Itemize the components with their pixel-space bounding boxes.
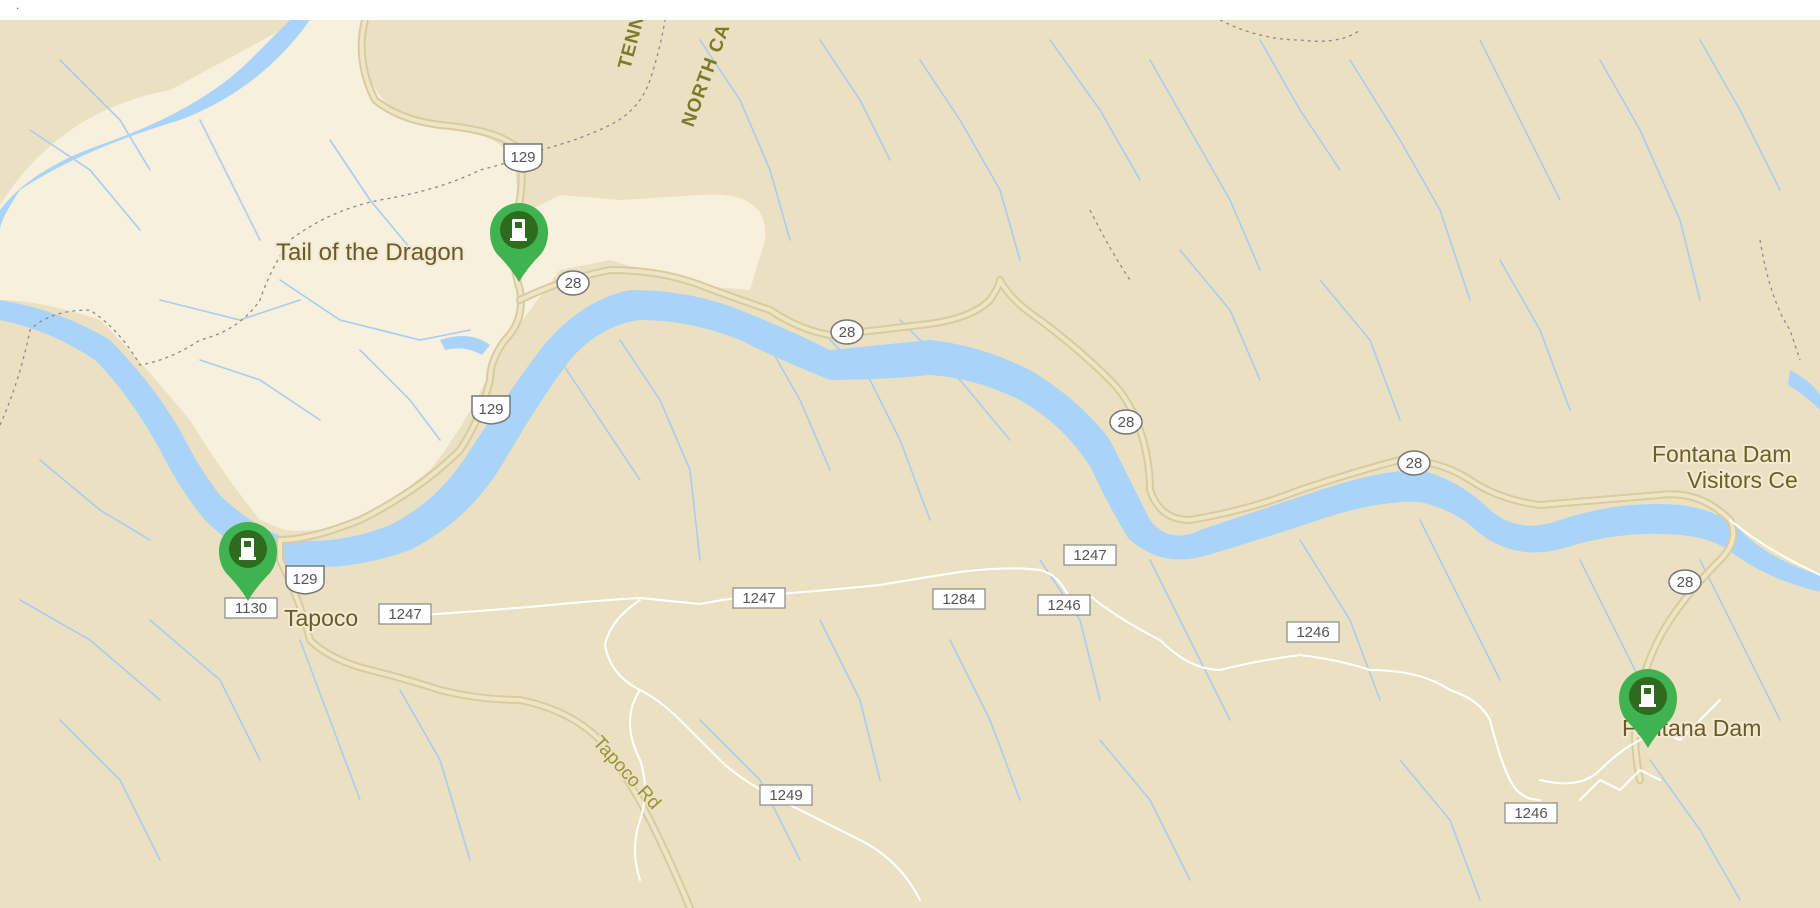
top-strip: .: [0, 0, 1820, 20]
route-box: 1246: [1286, 621, 1340, 643]
nc-route-shield: 28: [1668, 569, 1702, 595]
route-box-text: 1246: [1296, 624, 1329, 641]
route-box-text: 1246: [1047, 597, 1080, 614]
route-box: 1247: [1063, 544, 1117, 566]
us-route-shield: 129: [285, 565, 325, 595]
route-box: 1246: [1504, 802, 1558, 824]
us-route-shield: 129: [503, 143, 543, 173]
route-box-text: 1247: [388, 606, 421, 623]
nc-route-shield-text: 28: [1406, 455, 1423, 472]
top-strip-mark: .: [16, 0, 20, 12]
nc-route-shield-text: 28: [839, 324, 856, 341]
nc-route-shield-text: 28: [565, 275, 582, 292]
route-box-text: 1130: [235, 600, 267, 617]
route-box: 1246: [1037, 594, 1091, 616]
place-label-fontana-dam-visitors-center-line2: Visitors Ce: [1687, 467, 1798, 493]
gas-station-icon: [1639, 685, 1656, 707]
us-route-shield-text: 129: [510, 149, 535, 166]
route-box: 1247: [732, 587, 786, 609]
place-label-fontana-dam-visitors-center-line1: Fontana Dam: [1652, 441, 1791, 467]
route-box-text: 1247: [742, 590, 775, 607]
us-route-shield: 129: [471, 395, 511, 425]
nc-route-shield: 28: [1109, 409, 1143, 435]
nc-route-shield-text: 28: [1118, 414, 1135, 431]
nc-route-shield: 28: [830, 319, 864, 345]
route-box: 1249: [759, 784, 813, 806]
route-box-text: 1284: [942, 591, 975, 608]
route-box-text: 1246: [1514, 805, 1547, 822]
map-canvas[interactable]: TENN NORTH CA Tapoco Rd 129 129 129 28 2…: [0, 20, 1820, 908]
route-box: 1130: [224, 597, 278, 619]
place-label-tail-of-the-dragon: Tail of the Dragon: [276, 239, 464, 266]
gas-station-icon: [239, 538, 256, 560]
nc-route-shield: 28: [1397, 450, 1431, 476]
us-route-shield-text: 129: [478, 401, 503, 418]
route-box: 1247: [378, 603, 432, 625]
nc-route-shield-text: 28: [1677, 574, 1694, 591]
route-box-text: 1247: [1073, 547, 1106, 564]
gas-station-icon: [510, 219, 527, 241]
route-box: 1284: [932, 588, 986, 610]
place-label-tapoco: Tapoco: [284, 605, 358, 631]
route-box-text: 1249: [769, 787, 802, 804]
us-route-shield-text: 129: [292, 571, 317, 588]
nc-route-shield: 28: [556, 270, 590, 296]
